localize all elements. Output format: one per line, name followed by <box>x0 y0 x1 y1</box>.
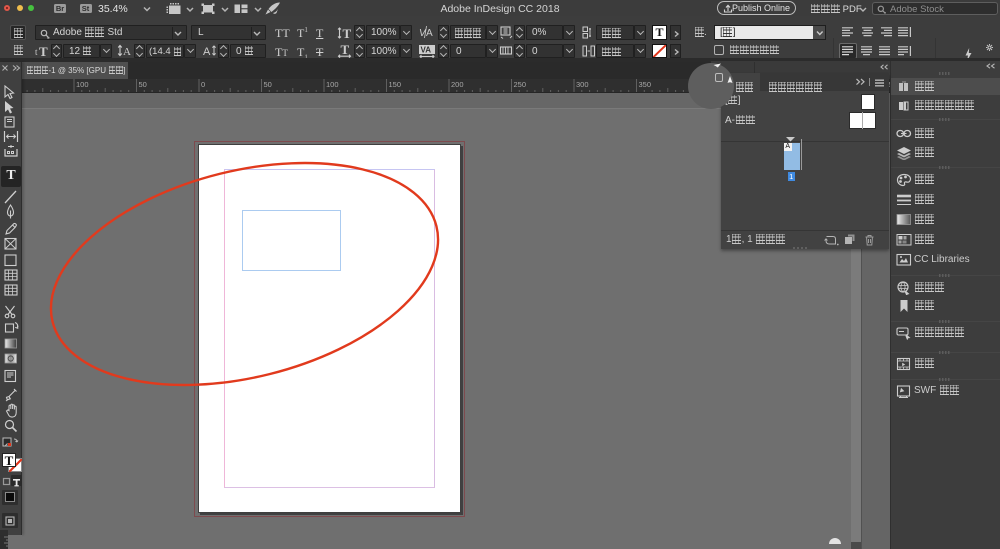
svg-text:T: T <box>343 26 352 40</box>
svg-text:T: T <box>39 44 48 57</box>
svg-text:T: T <box>341 44 350 57</box>
svg-text:100: 100 <box>76 80 89 89</box>
svg-text:50: 50 <box>264 80 272 89</box>
svg-text:200: 200 <box>451 80 464 89</box>
svg-text:0: 0 <box>201 80 205 89</box>
svg-text:A: A <box>123 46 131 57</box>
svg-text:250: 250 <box>514 80 527 89</box>
svg-text:350: 350 <box>639 80 652 89</box>
svg-text:A: A <box>203 46 211 57</box>
svg-text:150: 150 <box>389 80 402 89</box>
svg-text:A: A <box>426 28 433 39</box>
svg-text:VA: VA <box>421 45 432 54</box>
svg-text:300: 300 <box>576 80 589 89</box>
svg-text:t: t <box>35 47 38 57</box>
svg-text:50: 50 <box>139 80 147 89</box>
svg-text:100: 100 <box>326 80 339 89</box>
